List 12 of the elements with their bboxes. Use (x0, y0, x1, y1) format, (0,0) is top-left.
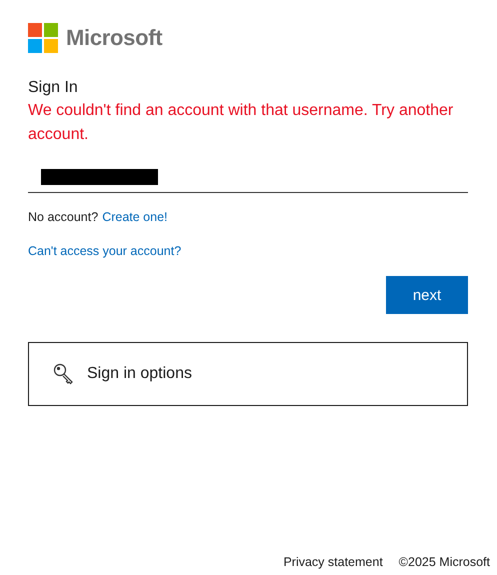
error-message: We couldn't find an account with that username. Try another account. (28, 101, 454, 145)
copyright-text: ©2025 Microsoft (398, 555, 490, 569)
sign-in-options-button[interactable]: Sign in options (28, 342, 468, 406)
logo-icon (28, 23, 58, 53)
brand-name: Microsoft (66, 25, 162, 51)
next-button[interactable]: next (386, 276, 468, 314)
sign-in-heading: Sign In (28, 78, 79, 98)
privacy-statement-link[interactable]: Privacy statement (283, 555, 383, 569)
no-account-text: No account? (28, 210, 98, 224)
key-icon (53, 363, 75, 385)
create-account-link[interactable]: Create one! (102, 210, 168, 224)
cant-access-link[interactable]: Can't access your account? (28, 244, 182, 258)
